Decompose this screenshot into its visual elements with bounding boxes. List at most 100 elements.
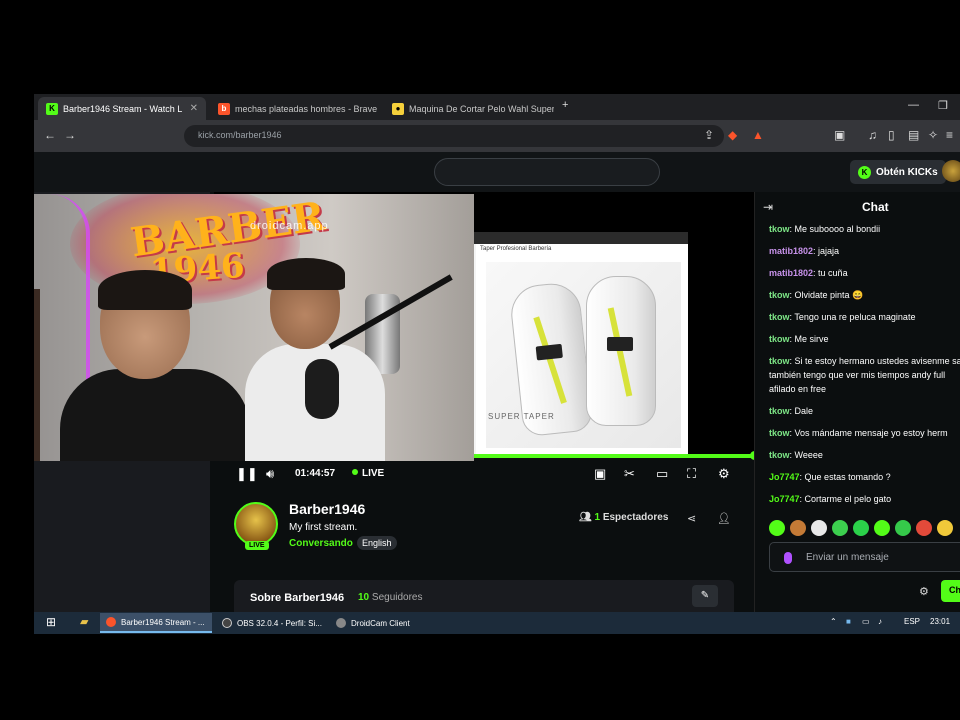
collapse-chat-icon[interactable]: ⇥ [763,200,773,214]
sidebar-toggle-icon[interactable]: ▣ [834,128,845,142]
channel-avatar[interactable] [234,502,278,546]
taskbar-obs[interactable]: OBS 32.0.4 - Perfil: Si... [216,613,326,633]
theater-mode-icon[interactable]: ▭ [656,466,668,482]
chat-text: Tengo una re peluca maginate [794,312,916,322]
get-kicks-label: Obtén KICKs [876,166,938,178]
followers-number: 10 [358,592,370,603]
minimize-icon[interactable]: — [908,99,919,111]
chat-message-input[interactable]: Enviar un mensaje [769,542,960,572]
emote-icon[interactable] [769,520,785,536]
stream-category[interactable]: Conversando [289,538,353,549]
tab-wahl-shop[interactable]: ● Maquina De Cortar Pelo Wahl Super [384,97,554,120]
chat-username[interactable]: tkow [769,290,790,300]
chat-text: Vos mándame mensaje yo estoy herm [794,428,948,438]
chat-username[interactable]: tkow [769,356,790,366]
url-text: kick.com/barber1946 [198,130,282,140]
clip-icon[interactable]: ✂ [624,466,635,482]
new-tab-button[interactable]: + [562,99,568,111]
forward-icon[interactable]: → [64,128,76,142]
music-icon[interactable]: ♫ [868,128,877,142]
edit-about-button[interactable]: ✎ [692,585,718,607]
chat-text: Me suboooo al bondii [794,224,881,234]
viewers-number: 1 [594,512,601,523]
emote-icon[interactable] [832,520,848,536]
emote-icon[interactable] [895,520,911,536]
task-label: DroidCam Client [351,618,410,628]
emote-icon[interactable] [853,520,869,536]
microphone-icon[interactable] [784,552,792,564]
emote-icon[interactable] [811,520,827,536]
user-avatar[interactable] [942,160,960,182]
address-bar[interactable]: kick.com/barber1946 [184,125,724,147]
get-kicks-button[interactable]: K Obtén KICKs [850,160,946,184]
chat-username[interactable]: Jo7747 [769,472,800,482]
microphone [305,359,339,419]
player-controls: ❚❚ 🔊︎ 01:44:57 LIVE ▣ ✂ ▭ ⛶ ⚙ [214,460,754,490]
emote-icon[interactable] [790,520,806,536]
chat-username[interactable]: matib1802 [769,268,813,278]
language-tag[interactable]: English [357,536,397,550]
share-icon[interactable]: ⋖ [687,512,696,525]
chat-settings-icon[interactable]: ⚙ [919,585,929,598]
emote-icon[interactable] [916,520,932,536]
send-chat-button[interactable]: Ch [941,580,960,602]
share-icon[interactable]: ⇪ [704,128,714,142]
file-explorer-icon[interactable]: ▰ [80,615,88,628]
streamer-right [245,258,425,461]
chat-username[interactable]: tkow [769,406,790,416]
chat-username[interactable]: tkow [769,312,790,322]
chat-text: Cortarme el pelo gato [804,494,892,504]
pause-icon[interactable]: ❚❚ [236,466,258,482]
reader-icon[interactable]: ▯ [888,128,895,142]
wallet-icon[interactable]: ▤ [908,128,919,142]
browser-tab-strip: K Barber1946 Stream - Watch L ✕ b mechas… [34,94,960,120]
channel-name[interactable]: Barber1946 [289,501,365,517]
brave-icon [106,617,116,627]
chat-username[interactable]: Jo7747 [769,494,800,504]
search-input[interactable] [434,158,660,186]
chat-username[interactable]: matib1802 [769,246,813,256]
chat-input-placeholder: Enviar un mensaje [806,552,889,563]
taskbar-brave[interactable]: Barber1946 Stream - ... [100,613,212,633]
close-icon[interactable]: ✕ [184,103,198,114]
tab-label: Barber1946 Stream - Watch L [63,103,183,114]
leo-ai-icon[interactable]: ✧ [928,128,938,142]
tray-overflow-icon[interactable]: ⌃ [830,617,837,626]
brave-rewards-icon[interactable]: ▲ [752,128,764,142]
network-icon[interactable]: ▭ [862,617,870,626]
clipper-product-image: SUPER TAPER [486,262,681,448]
taskbar-droidcam[interactable]: DroidCam Client [330,613,440,633]
language-indicator[interactable]: ESP [904,617,920,626]
settings-gear-icon[interactable]: ⚙ [718,466,730,482]
menu-icon[interactable]: ≡ [946,128,953,142]
tray-app-icon[interactable]: ■ [846,617,851,626]
chat-username[interactable]: tkow [769,334,790,344]
chat-message: Jo7747: Cortarme el pelo gato [769,492,960,506]
chat-message: Jo7747: Que estas tomando ? [769,470,960,484]
mini-player-icon[interactable]: ▣ [594,466,606,482]
stream-title: My first stream. [289,522,358,533]
brave-shields-icon[interactable]: ◆ [728,128,737,142]
chat-username[interactable]: tkow [769,428,790,438]
emote-icon[interactable] [874,520,890,536]
chat-message: tkow: Tengo una re peluca maginate [769,310,960,324]
chat-username[interactable]: tkow [769,224,790,234]
emote-icon[interactable] [937,520,953,536]
about-section: Sobre Barber1946 10 Seguidores ✎ [234,580,734,612]
tab-brave-search[interactable]: b mechas plateadas hombres - Brave S [210,97,380,120]
clock[interactable]: 23:01 [930,617,950,626]
chat-text: Weeee [794,450,823,460]
start-icon[interactable]: ⊞ [46,615,56,629]
streamer-left [60,270,260,461]
volume-tray-icon[interactable]: ♪ [878,617,882,626]
volume-icon[interactable]: 🔊︎ [266,466,274,482]
tab-kick-stream[interactable]: K Barber1946 Stream - Watch L ✕ [38,97,206,120]
fullscreen-icon[interactable]: ⛶ [687,466,696,482]
emote-bar [769,520,960,538]
chat-username[interactable]: tkow [769,450,790,460]
add-user-icon[interactable]: 👤︎ [717,512,731,525]
back-icon[interactable]: ← [44,128,56,142]
restore-icon[interactable]: ❐ [938,99,948,112]
live-indicator[interactable]: LIVE [352,468,384,479]
chat-message: matib1802: jajaja [769,244,960,258]
